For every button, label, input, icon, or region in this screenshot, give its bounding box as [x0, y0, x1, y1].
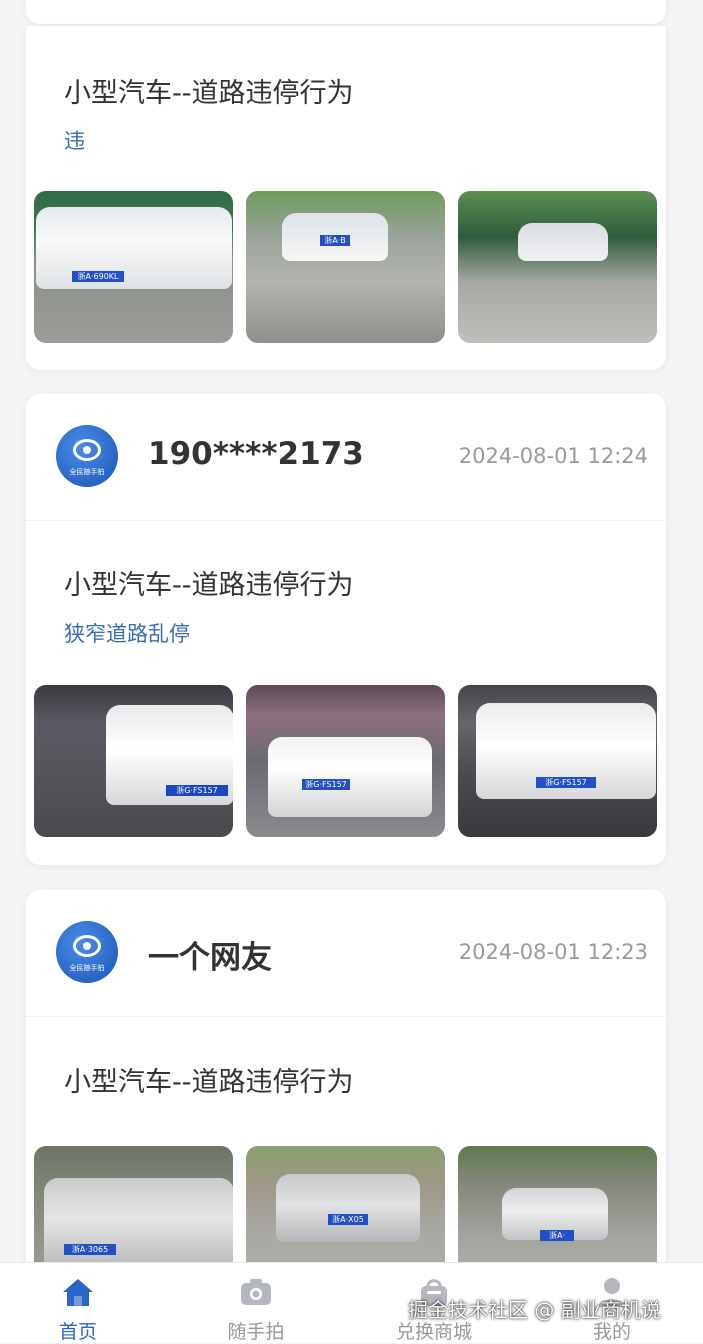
post-card[interactable]: 全民随手拍 一个网友 2024-08-01 12:23 小型汽车--道路违停行为… [26, 890, 666, 1290]
username[interactable]: 一个网友 [148, 932, 272, 977]
eye-icon [73, 935, 101, 957]
violation-tag[interactable]: 狭窄道路乱停 [64, 618, 190, 648]
camera-icon [241, 1279, 271, 1305]
eye-icon [73, 439, 101, 461]
watermark: 掘金技术社区 @ 副业商机说 [408, 1298, 661, 1322]
evidence-photo[interactable]: 浙A·B [246, 191, 445, 343]
evidence-photo[interactable]: 浙A·690KL [34, 191, 233, 343]
tab-home[interactable]: 首页 [8, 1263, 148, 1343]
evidence-photo[interactable]: 浙G·FS157 [34, 685, 233, 837]
user-avatar[interactable]: 全民随手拍 [56, 921, 118, 983]
violation-title: 小型汽车--道路违停行为 [64, 570, 354, 601]
post-card[interactable]: 小型汽车--道路违停行为 违 浙A·690KL 浙A·B [26, 26, 666, 370]
post-header: 全民随手拍 190****2173 2024-08-01 12:24 [26, 394, 666, 521]
username[interactable]: 190****2173 [148, 436, 364, 472]
post-time: 2024-08-01 12:24 [458, 444, 648, 468]
post-time: 2024-08-01 12:23 [458, 940, 648, 964]
post-header: 全民随手拍 一个网友 2024-08-01 12:23 [26, 890, 666, 1017]
post-card-partial-top[interactable] [26, 0, 666, 24]
tab-label: 首页 [58, 1321, 97, 1343]
violation-title: 小型汽车--道路违停行为 [64, 1067, 354, 1098]
user-avatar[interactable]: 全民随手拍 [56, 425, 118, 487]
violation-tag[interactable]: 违 [64, 125, 85, 155]
home-icon [63, 1279, 93, 1306]
evidence-photo[interactable]: 浙G·FS157 [246, 685, 445, 837]
avatar-caption: 全民随手拍 [69, 468, 105, 476]
violation-title: 小型汽车--道路违停行为 [64, 78, 354, 109]
tab-snapshot[interactable]: 随手拍 [186, 1263, 326, 1343]
post-card[interactable]: 全民随手拍 190****2173 2024-08-01 12:24 小型汽车-… [26, 394, 666, 865]
tab-label: 随手拍 [227, 1321, 285, 1343]
avatar-caption: 全民随手拍 [69, 964, 105, 972]
evidence-photo[interactable]: 浙G·FS157 [458, 685, 657, 837]
evidence-photo[interactable] [458, 191, 657, 343]
